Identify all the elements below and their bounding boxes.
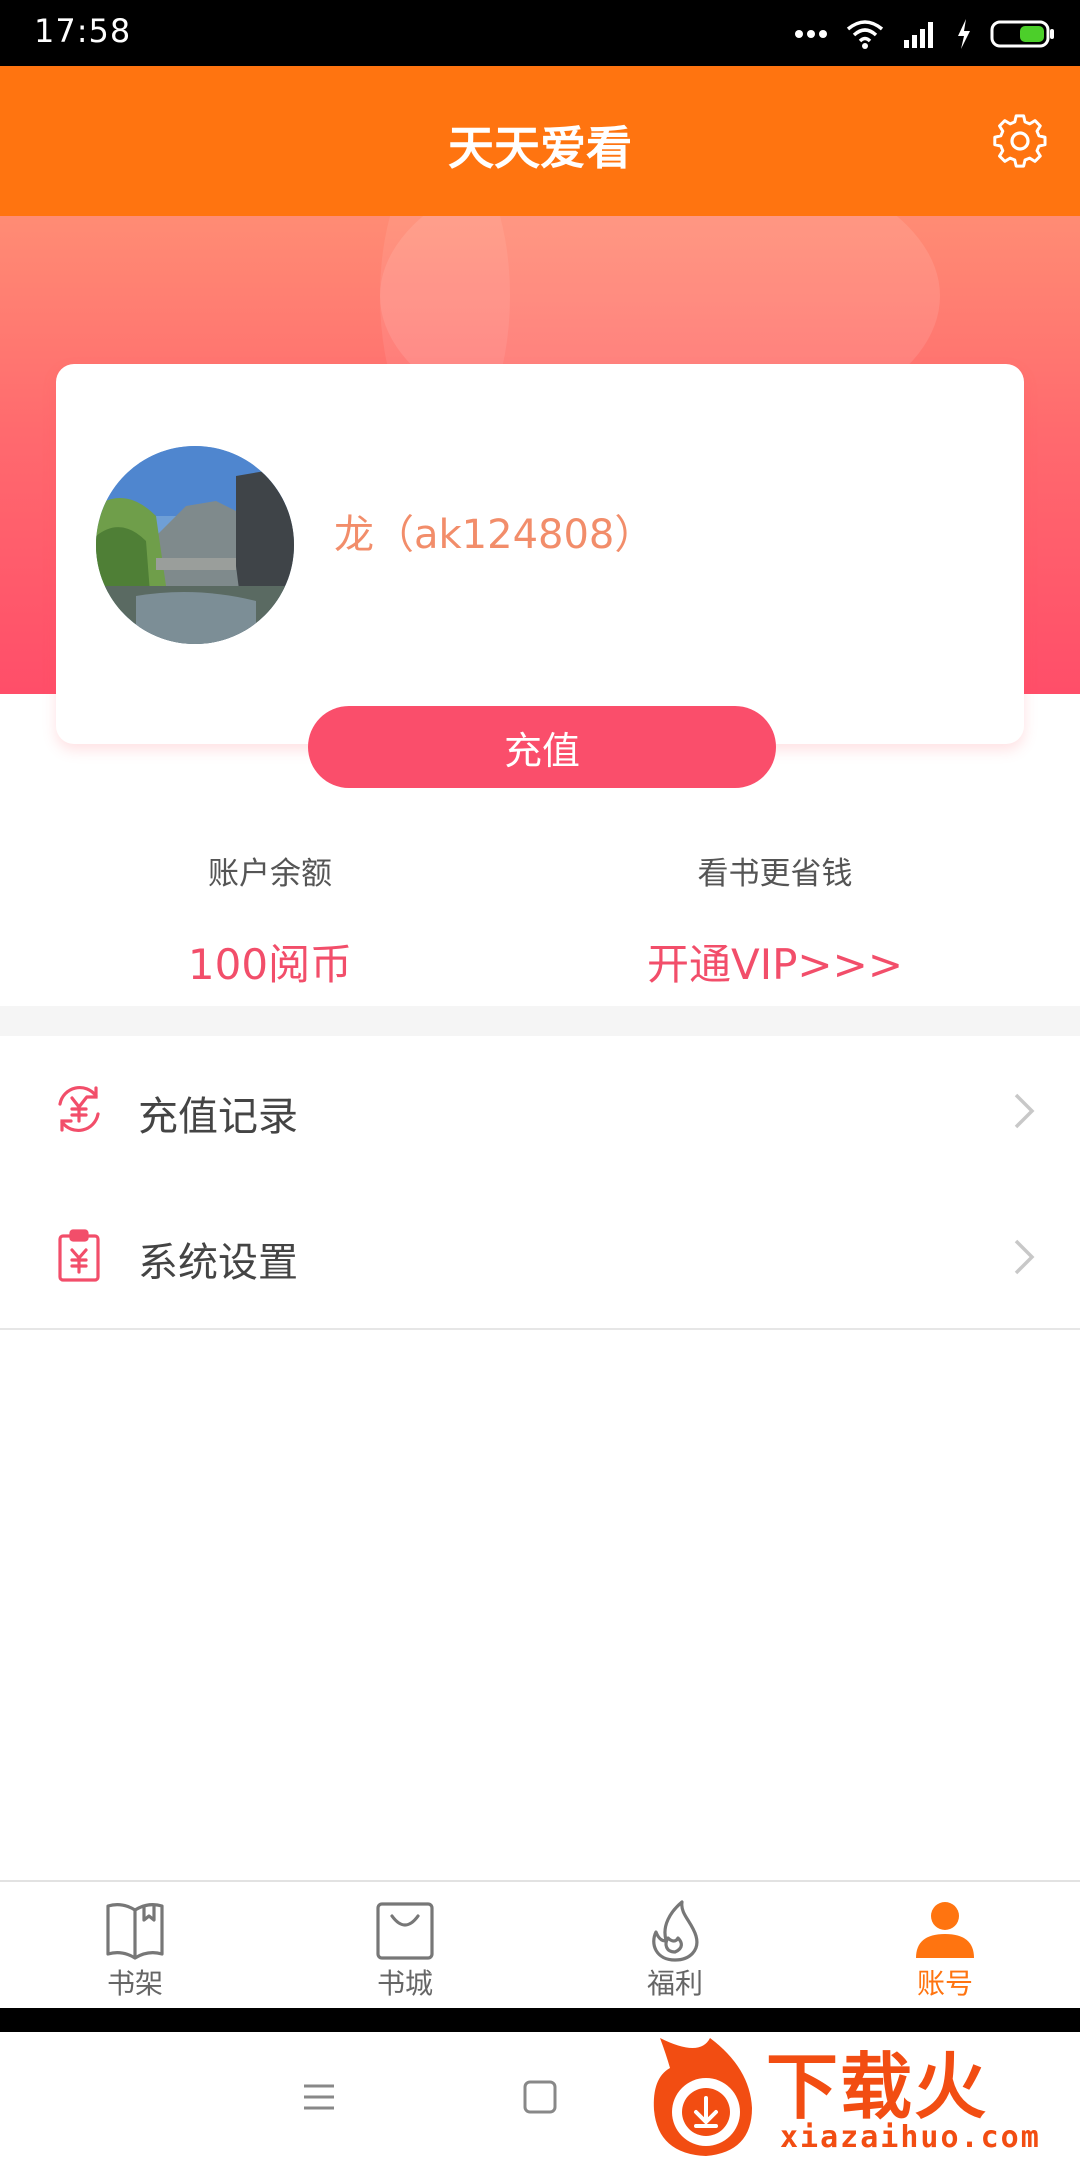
settings-gear-icon[interactable] [992,114,1048,170]
menu-label: 充值记录 [138,1094,298,1140]
status-time: 17:58 [34,12,132,50]
bookshelf-icon [106,1903,164,1960]
tab-bookstore[interactable]: 书城 [270,1882,540,2010]
tab-welfare[interactable]: 福利 [540,1882,810,2010]
open-vip-link[interactable]: 开通VIP>>> [505,931,1045,992]
balance-label: 账户余额 [208,856,332,892]
status-icons [794,14,1056,54]
balance-stat: 账户余额 100阅币 [0,848,540,992]
menu-label: 系统设置 [138,1240,298,1286]
section-divider [0,1006,1080,1036]
tab-label: 书城 [376,1967,433,2000]
vip-label: 看书更省钱 [697,856,853,892]
bottom-tab-bar: 书架 书城 福利 账号 [0,1880,1080,2010]
menu-nav-icon[interactable] [294,2072,344,2122]
menu-item-system-settings[interactable]: 系统设置 [0,1182,1080,1330]
tab-label: 书架 [106,1967,163,2000]
welfare-flame-icon [652,1900,699,1962]
profile-card: 龙（ak124808） [56,364,1024,744]
watermark: 下载火 xiazaihuo.com [640,2022,1080,2160]
balance-value[interactable]: 100阅币 [0,931,540,992]
recharge-record-icon [58,1085,100,1133]
account-person-icon [916,1902,974,1958]
watermark-flame-logo [653,2038,752,2156]
settings-clipboard-icon [58,1229,100,1282]
app-title: 天天爱看 [448,121,632,175]
tab-label: 账号 [916,1967,973,2000]
signal-icon [904,22,933,48]
charging-bolt-icon [958,19,970,49]
avatar[interactable] [96,446,294,644]
wifi-icon [846,20,884,49]
vip-stat: 看书更省钱 开通VIP>>> [505,848,1045,992]
tab-bookshelf[interactable]: 书架 [0,1882,270,2010]
username: 龙（ak124808） [334,512,655,558]
chevron-right-icon [1014,1093,1035,1129]
chevron-right-icon [1014,1239,1035,1275]
tab-label: 福利 [646,1967,703,2000]
bookstore-bag-icon [376,1902,434,1960]
tab-account[interactable]: 账号 [810,1882,1080,2010]
menu-item-recharge-record[interactable]: 充值记录 [0,1036,1080,1184]
watermark-domain: xiazaihuo.com [780,2120,1041,2155]
watermark-brand: 下载火 [766,2045,989,2129]
recharge-button[interactable]: 充值 [308,706,776,788]
app-header: 天天爱看 [0,66,1080,216]
status-bar: 17:58 [0,0,1080,66]
battery-icon [990,20,1054,48]
home-nav-icon[interactable] [515,2072,565,2122]
more-dots-icon [795,30,827,38]
